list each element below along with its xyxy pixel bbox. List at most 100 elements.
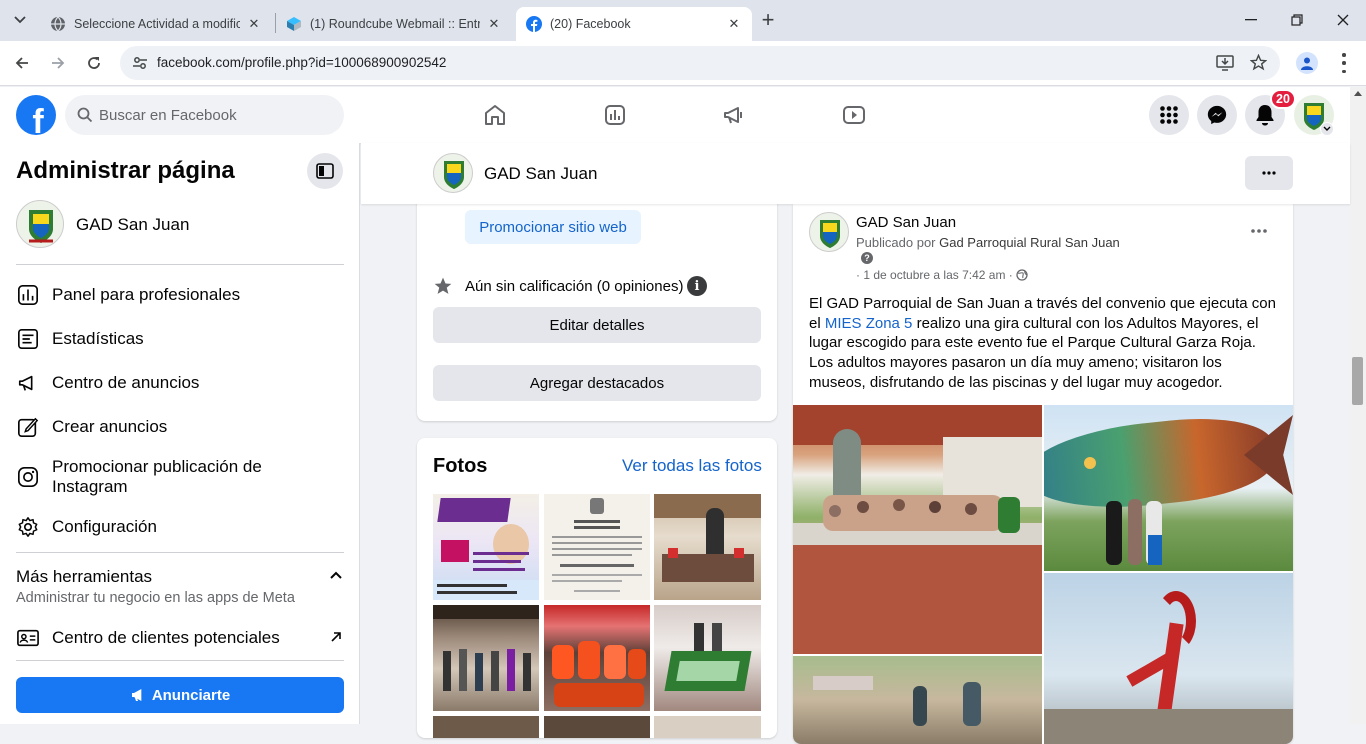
star-icon: [434, 277, 452, 294]
more-tools-title[interactable]: Más herramientas: [16, 567, 152, 587]
post-photo[interactable]: [1044, 573, 1293, 744]
add-featured-button[interactable]: Agregar destacados: [433, 365, 761, 401]
collapse-sidebar-button[interactable]: [307, 153, 343, 189]
ads-nav-icon[interactable]: [714, 95, 754, 135]
photo-thumbnail[interactable]: [433, 605, 539, 711]
menu-grid-button[interactable]: [1149, 95, 1189, 135]
see-all-photos-link[interactable]: Ver todas las fotos: [622, 456, 762, 476]
post-published-by: Publicado por Gad Parroquial Rural San J…: [856, 235, 1120, 250]
home-nav-icon[interactable]: [475, 95, 515, 135]
site-settings-icon[interactable]: [132, 55, 148, 71]
photos-card: Fotos Ver todas las fotos: [417, 438, 777, 738]
page-bar-name[interactable]: GAD San Juan: [484, 164, 597, 184]
edit-details-button[interactable]: Editar detalles: [433, 307, 761, 343]
photo-thumbnail[interactable]: [654, 716, 761, 738]
add-featured-label: Agregar destacados: [529, 374, 665, 392]
browser-menu-icon[interactable]: [1340, 53, 1348, 73]
photo-thumbnail[interactable]: [654, 605, 761, 711]
post-author[interactable]: GAD San Juan: [856, 214, 956, 231]
facebook-header: f 20: [0, 87, 1350, 143]
close-tab-icon[interactable]: ✕: [726, 16, 742, 32]
post-date[interactable]: 1 de octubre a las 7:42 am: [863, 268, 1005, 282]
photo-thumbnail[interactable]: [544, 494, 650, 600]
post-author-avatar[interactable]: [809, 212, 849, 252]
sidebar-item-label: Centro de anuncios: [52, 373, 200, 392]
photo-thumbnail[interactable]: [433, 494, 539, 600]
sidebar-item-label: Crear anuncios: [52, 417, 168, 436]
bookmark-star-icon[interactable]: [1250, 54, 1267, 71]
published-by-name[interactable]: Gad Parroquial Rural San Juan: [939, 235, 1120, 250]
intro-card: Promocionar sitio web Aún sin calificaci…: [417, 180, 777, 421]
tab-title: (1) Roundcube Webmail :: Entra: [310, 17, 480, 31]
video-nav-icon[interactable]: [834, 95, 874, 135]
rating-text: Aún sin calificación (0 opiniones): [465, 278, 684, 295]
profile-avatar-icon[interactable]: [1296, 52, 1318, 74]
messenger-button[interactable]: [1197, 95, 1237, 135]
advertise-button[interactable]: Anunciarte: [16, 677, 344, 713]
sidebar-item-instagram-promote[interactable]: Promocionar publicación de Instagram: [16, 457, 312, 497]
search-input[interactable]: [99, 95, 329, 135]
contact-card-icon: [16, 626, 40, 650]
page-options-button[interactable]: [1245, 156, 1293, 190]
sidebar-item-create-ads[interactable]: Crear anuncios: [16, 415, 167, 439]
sidebar-item-statistics[interactable]: Estadísticas: [16, 327, 144, 351]
sidebar-item-professional-dashboard[interactable]: Panel para profesionales: [16, 283, 240, 307]
help-icon[interactable]: ?: [861, 252, 873, 264]
browser-tab-2[interactable]: (1) Roundcube Webmail :: Entra ✕: [276, 7, 512, 41]
sidebar-toggle-icon: [316, 163, 334, 179]
photo-thumbnail[interactable]: [654, 494, 761, 600]
close-window-button[interactable]: [1320, 0, 1366, 40]
restore-button[interactable]: [1274, 0, 1320, 40]
back-button[interactable]: [6, 47, 38, 79]
photos-title[interactable]: Fotos: [433, 455, 487, 478]
sidebar-item-label: Centro de clientes potenciales: [52, 628, 280, 647]
account-menu-chevron-icon[interactable]: [1320, 122, 1334, 136]
forward-button[interactable]: [42, 47, 74, 79]
close-tab-icon[interactable]: ✕: [246, 16, 262, 32]
published-by-prefix: Publicado por: [856, 235, 936, 250]
sidebar-item-leads-center[interactable]: Centro de clientes potenciales: [16, 626, 280, 650]
advertise-button-label: Anunciarte: [151, 686, 231, 704]
new-tab-button[interactable]: +: [756, 7, 780, 32]
install-app-icon[interactable]: [1216, 55, 1234, 71]
page-bar-avatar[interactable]: [433, 153, 473, 193]
facebook-favicon-icon: [526, 16, 542, 32]
post-photo[interactable]: [1044, 405, 1293, 571]
sidebar-item-settings[interactable]: Configuración: [16, 515, 157, 539]
instagram-icon: [16, 465, 40, 489]
facebook-logo[interactable]: f: [16, 95, 56, 135]
manage-page-sidebar: Administrar página GAD San Juan Panel pa…: [0, 143, 360, 724]
mies-zona-link[interactable]: MIES Zona 5: [825, 315, 913, 332]
pencil-icon: [16, 415, 40, 439]
bell-icon: [1256, 105, 1274, 126]
reload-button[interactable]: [78, 47, 110, 79]
dashboard-nav-icon[interactable]: [595, 95, 635, 135]
browser-tab-1[interactable]: Seleccione Actividad a modifica ✕: [40, 7, 272, 41]
browser-tab-3[interactable]: (20) Facebook ✕: [516, 7, 752, 41]
info-icon[interactable]: i: [687, 276, 707, 296]
photo-thumbnail[interactable]: [433, 716, 539, 738]
post-photo[interactable]: [793, 405, 1042, 654]
messenger-icon: [1207, 105, 1227, 125]
promote-website-button[interactable]: Promocionar sitio web: [465, 210, 641, 244]
page-avatar[interactable]: [16, 200, 64, 248]
scroll-up-arrow[interactable]: [1354, 91, 1362, 96]
photo-thumbnail[interactable]: [544, 716, 650, 738]
close-tab-icon[interactable]: ✕: [486, 16, 502, 32]
more-horizontal-icon: [1262, 171, 1276, 175]
post-photo[interactable]: [793, 656, 1042, 744]
scrollbar-thumb[interactable]: [1352, 357, 1363, 405]
notification-badge: 20: [1270, 89, 1296, 109]
address-bar[interactable]: facebook.com/profile.php?id=100068900902…: [120, 46, 1280, 80]
minimize-button[interactable]: [1228, 0, 1274, 40]
tab-search-button[interactable]: [8, 8, 32, 32]
sidebar-item-ad-center[interactable]: Centro de anuncios: [16, 371, 199, 395]
page-scrollbar[interactable]: [1350, 87, 1366, 724]
post-options-button[interactable]: [1241, 218, 1277, 244]
facebook-search[interactable]: [65, 95, 344, 135]
page-header-bar: GAD San Juan: [361, 143, 1350, 204]
page-name[interactable]: GAD San Juan: [76, 215, 189, 235]
url-text[interactable]: facebook.com/profile.php?id=100068900902…: [157, 55, 446, 70]
photo-thumbnail[interactable]: [544, 605, 650, 711]
collapse-more-tools-icon[interactable]: [328, 567, 344, 583]
